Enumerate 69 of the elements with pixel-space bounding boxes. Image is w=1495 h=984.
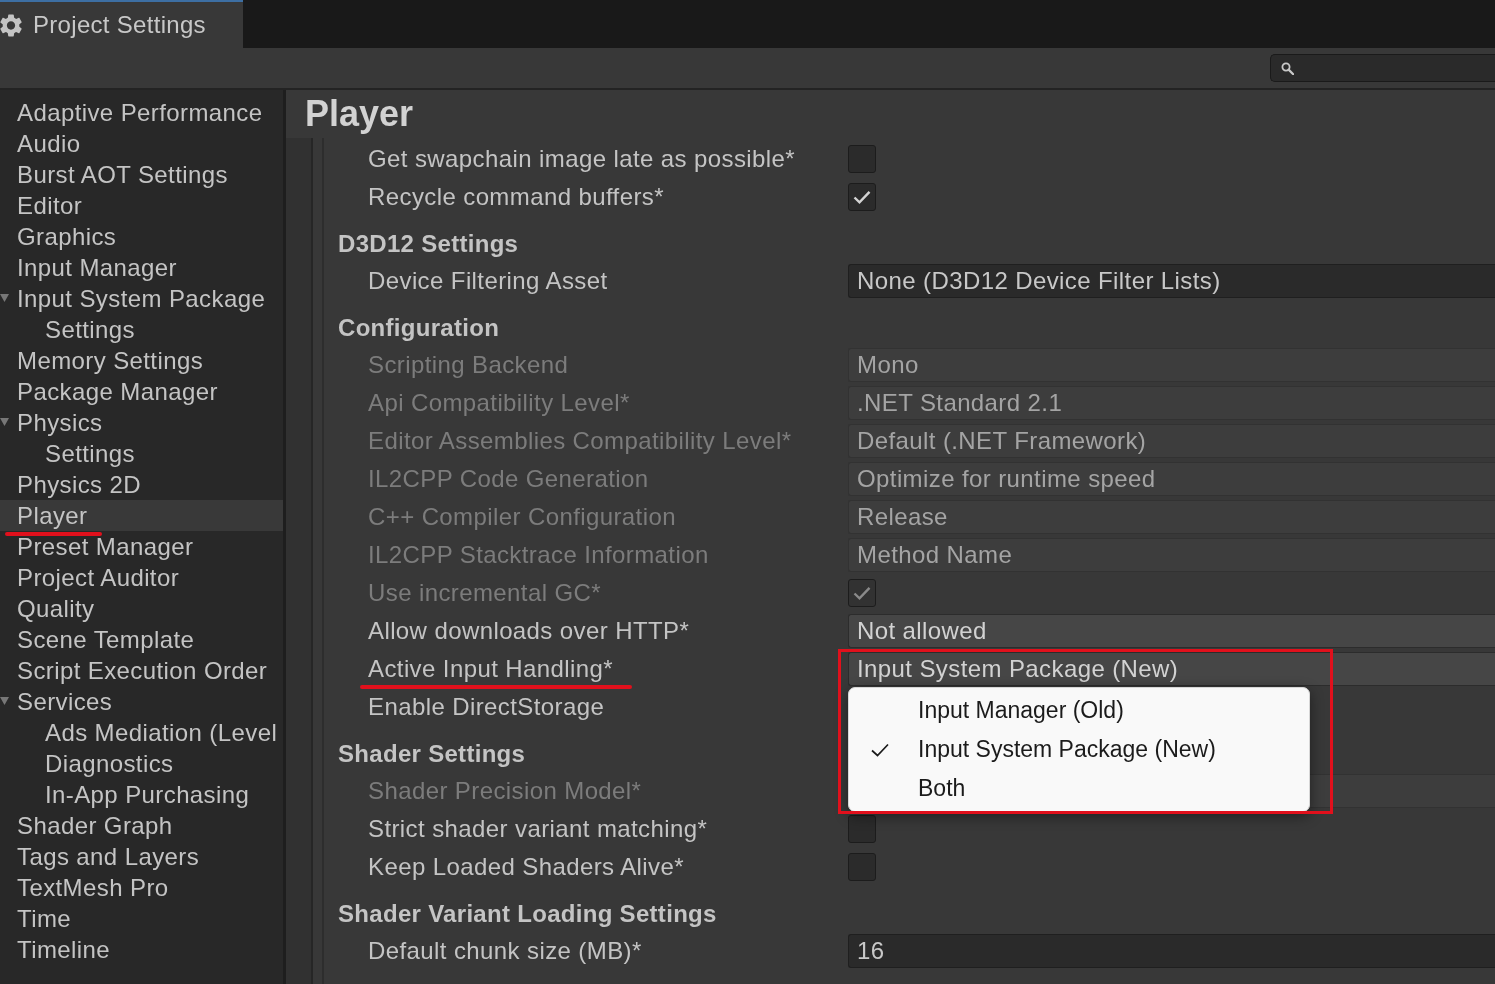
search-icon	[1281, 61, 1294, 75]
setting-label: Api Compatibility Level*	[368, 389, 630, 417]
setting-label: Default chunk size (MB)*	[368, 937, 642, 965]
dropdown-field[interactable]: Not allowed	[848, 614, 1495, 648]
section-header: Shader Settings	[338, 740, 526, 768]
sidebar-item[interactable]: Input Manager	[0, 252, 283, 283]
setting-label: Shader Precision Model*	[368, 777, 642, 805]
sidebar-item[interactable]: Audio	[0, 128, 283, 159]
sidebar-item[interactable]: Time	[0, 903, 283, 934]
settings-icon	[0, 13, 22, 37]
sidebar-item[interactable]: Timeline	[0, 934, 283, 965]
section-header: D3D12 Settings	[338, 230, 519, 258]
sidebar-item[interactable]: Settings	[0, 314, 283, 345]
sidebar-item[interactable]: Script Execution Order	[0, 655, 283, 686]
expand-triangle-icon[interactable]	[0, 697, 9, 706]
sidebar-item[interactable]: TextMesh Pro	[0, 872, 283, 903]
dropdown-option[interactable]: Input System Package (New)	[849, 730, 1309, 769]
setting-label: C++ Compiler Configuration	[368, 503, 676, 531]
expand-triangle-icon[interactable]	[0, 418, 9, 427]
setting-label: Recycle command buffers*	[368, 183, 664, 211]
section-header: Configuration	[338, 314, 500, 342]
setting-label: Use incremental GC*	[368, 579, 601, 607]
checkbox[interactable]	[848, 183, 876, 211]
setting-label: Keep Loaded Shaders Alive*	[368, 853, 684, 881]
dropdown-option[interactable]: Both	[849, 769, 1309, 808]
setting-label: IL2CPP Stacktrace Information	[368, 541, 709, 569]
checkbox[interactable]	[848, 145, 876, 173]
sidebar-item[interactable]: Quality	[0, 593, 283, 624]
checkbox[interactable]	[848, 853, 876, 881]
setting-label: Device Filtering Asset	[368, 267, 608, 295]
setting-label: Enable DirectStorage	[368, 693, 605, 721]
sidebar-item[interactable]: Preset Manager	[0, 531, 283, 562]
dropdown-field[interactable]: Input System Package (New)	[848, 652, 1495, 686]
sidebar-item[interactable]: Scene Template	[0, 624, 283, 655]
sidebar-item[interactable]: Physics 2D	[0, 469, 283, 500]
sidebar-item[interactable]: Diagnostics	[0, 748, 283, 779]
dropdown-option[interactable]: Input Manager (Old)	[849, 691, 1309, 730]
setting-label: Active Input Handling*	[368, 655, 613, 683]
checkmark-icon	[853, 190, 871, 204]
sidebar-item[interactable]: Graphics	[0, 221, 283, 252]
sidebar-item[interactable]: Settings	[0, 438, 283, 469]
sidebar-item[interactable]: Shader Graph	[0, 810, 283, 841]
sidebar-item[interactable]: Project Auditor	[0, 562, 283, 593]
sidebar-item[interactable]: Package Manager	[0, 376, 283, 407]
sidebar-item[interactable]: Input System Package	[0, 283, 283, 314]
setting-label: Strict shader variant matching*	[368, 815, 708, 843]
setting-label: IL2CPP Code Generation	[368, 465, 649, 493]
search-field[interactable]	[1270, 54, 1495, 82]
sidebar-item[interactable]: Physics	[0, 407, 283, 438]
sidebar-item[interactable]: Burst AOT Settings	[0, 159, 283, 190]
checkmark-icon	[853, 586, 871, 600]
sidebar-item[interactable]: Editor	[0, 190, 283, 221]
object-field[interactable]: None (D3D12 Device Filter Lists)	[848, 264, 1495, 298]
setting-label: Get swapchain image late as possible*	[368, 145, 796, 173]
section-header: Shader Variant Loading Settings	[338, 900, 717, 928]
page-title: Player	[305, 93, 414, 135]
setting-label: Allow downloads over HTTP*	[368, 617, 690, 645]
sidebar-item[interactable]: Services	[0, 686, 283, 717]
sidebar-item[interactable]: Memory Settings	[0, 345, 283, 376]
window-tab[interactable]: Project Settings	[0, 0, 243, 48]
setting-label: Scripting Backend	[368, 351, 569, 379]
sidebar-item[interactable]: Tags and Layers	[0, 841, 283, 872]
number-field[interactable]: 16	[848, 934, 1495, 968]
sidebar-item[interactable]: In-App Purchasing	[0, 779, 283, 810]
sidebar-item[interactable]: Adaptive Performance	[0, 97, 283, 128]
checkbox[interactable]	[848, 815, 876, 843]
setting-label: Editor Assemblies Compatibility Level*	[368, 427, 792, 455]
expand-triangle-icon[interactable]	[0, 294, 9, 303]
sidebar-item[interactable]: Ads Mediation (Level	[0, 717, 283, 748]
